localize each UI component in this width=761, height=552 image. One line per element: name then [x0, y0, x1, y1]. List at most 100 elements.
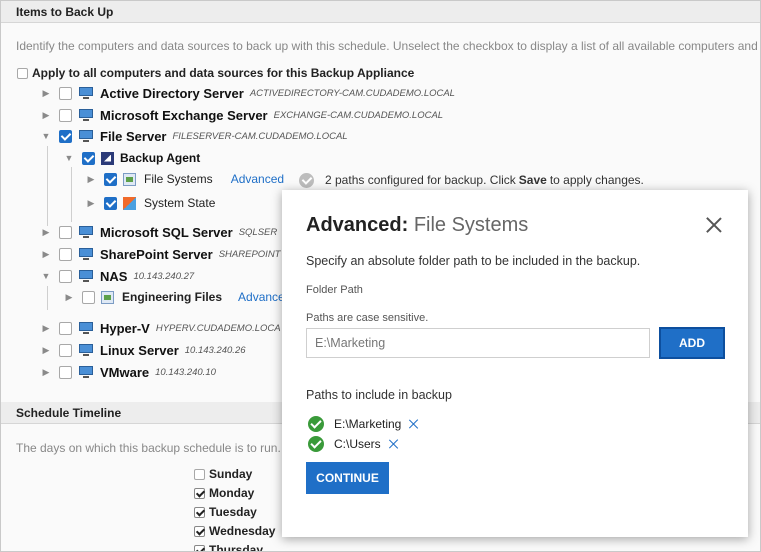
computer-icon [78, 129, 94, 143]
checkbox[interactable] [59, 86, 72, 100]
backup-agent-icon [101, 151, 114, 165]
dialog-title: Advanced: File Systems [306, 214, 528, 237]
item-host: SHAREPOINT [218, 248, 281, 260]
checkbox[interactable] [59, 108, 72, 122]
advanced-link[interactable]: Advance [238, 290, 285, 304]
tree-item-system-state[interactable]: ▶ System State [86, 193, 216, 213]
collapse-arrow-icon[interactable]: ▼ [41, 131, 51, 141]
advanced-dialog: Advanced: File Systems Specify an absolu… [282, 190, 748, 537]
path-item: C:\Users [308, 435, 399, 453]
item-name: VMware [100, 364, 150, 380]
expand-arrow-icon[interactable]: ▶ [41, 345, 51, 356]
tree-item-exchange[interactable]: ▶ Microsoft Exchange Server EXCHANGE-CAM… [41, 105, 444, 125]
tree-item-linux[interactable]: ▶ Linux Server 10.143.240.26 [41, 340, 246, 360]
day-sunday[interactable]: Sunday [194, 465, 252, 483]
folder-path-label: Folder Path [306, 284, 363, 296]
checkbox[interactable] [82, 151, 95, 165]
expand-arrow-icon[interactable]: ▶ [64, 292, 74, 303]
item-name: SharePoint Server [100, 246, 213, 262]
checkbox[interactable] [59, 225, 72, 239]
day-thursday[interactable]: Thursday [194, 541, 264, 552]
system-state-icon [123, 196, 136, 210]
item-host: 10.143.240.27 [133, 270, 195, 282]
checkbox[interactable] [59, 129, 72, 143]
schedule-description: The days on which this backup schedule i… [16, 441, 281, 455]
close-icon[interactable] [706, 217, 722, 233]
check-circle-icon [299, 172, 314, 188]
expand-arrow-icon[interactable]: ▶ [41, 227, 51, 238]
expand-arrow-icon[interactable]: ▶ [41, 88, 51, 99]
expand-arrow-icon[interactable]: ▶ [86, 198, 96, 209]
remove-icon[interactable] [389, 439, 399, 449]
tree-item-sql[interactable]: ▶ Microsoft SQL Server SQLSER [41, 222, 278, 242]
item-name: File Server [100, 128, 167, 144]
collapse-arrow-icon[interactable]: ▼ [41, 271, 51, 281]
checkbox[interactable] [82, 290, 95, 304]
day-label: Sunday [209, 467, 253, 481]
checkbox[interactable] [59, 343, 72, 357]
item-name: Microsoft SQL Server [100, 224, 233, 240]
item-name: Backup Agent [120, 151, 201, 165]
advanced-link[interactable]: Advanced [231, 172, 284, 186]
collapse-arrow-icon[interactable]: ▼ [64, 153, 74, 163]
apply-all-checkbox[interactable] [17, 67, 28, 79]
dialog-title-bold: Advanced: [306, 214, 409, 236]
paths-heading: Paths to include in backup [306, 388, 452, 402]
day-checkbox[interactable] [194, 506, 205, 518]
remove-icon[interactable] [409, 419, 419, 429]
day-wednesday[interactable]: Wednesday [194, 522, 275, 540]
expand-arrow-icon[interactable]: ▶ [41, 323, 51, 334]
tree-item-backup-agent[interactable]: ▼ Backup Agent [64, 148, 201, 168]
item-host: 10.143.240.10 [155, 366, 216, 378]
day-monday[interactable]: Monday [194, 484, 254, 502]
checkbox[interactable] [104, 172, 117, 186]
folder-path-input[interactable] [306, 328, 650, 358]
item-host: HYPERV.CUDADEMO.LOCA [155, 322, 281, 334]
day-checkbox[interactable] [194, 525, 205, 537]
computer-icon [78, 365, 94, 379]
status-save: Save [518, 173, 547, 187]
tree-guide [47, 286, 48, 310]
tree-item-file-systems[interactable]: ▶ File Systems Advanced [86, 169, 285, 189]
tree-item-vmware[interactable]: ▶ VMware 10.143.240.10 [41, 362, 216, 382]
item-name: File Systems [144, 172, 213, 186]
checkbox[interactable] [59, 321, 72, 335]
day-checkbox[interactable] [194, 468, 205, 480]
checkbox[interactable] [59, 365, 72, 379]
apply-all-row[interactable]: Apply to all computers and data sources … [17, 63, 414, 83]
day-label: Monday [209, 486, 255, 500]
dialog-title-rest: File Systems [413, 214, 529, 236]
apply-all-label: Apply to all computers and data sources … [32, 66, 415, 80]
tree-item-sharepoint[interactable]: ▶ SharePoint Server SHAREPOINT [41, 244, 281, 264]
item-host: ACTIVEDIRECTORY-CAM.CUDADEMO.LOCAL [249, 87, 455, 99]
path-value: E:\Marketing [334, 417, 402, 431]
add-button[interactable]: ADD [659, 327, 725, 359]
expand-arrow-icon[interactable]: ▶ [41, 249, 51, 260]
continue-button[interactable]: CONTINUE [306, 462, 389, 494]
tree-item-nas[interactable]: ▼ NAS 10.143.240.27 [41, 266, 195, 286]
tree-item-file-server[interactable]: ▼ File Server FILESERVER-CAM.CUDADEMO.LO… [41, 126, 348, 146]
status-text-end: to apply changes. [549, 173, 644, 187]
item-host: SQLSER [238, 226, 278, 238]
item-host: 10.143.240.26 [184, 344, 246, 356]
tree-item-engineering[interactable]: ▶ Engineering Files Advance [64, 287, 285, 307]
day-checkbox[interactable] [194, 487, 205, 499]
computer-icon [78, 86, 94, 100]
tree-item-hyperv[interactable]: ▶ Hyper-V HYPERV.CUDADEMO.LOCA [41, 318, 281, 338]
check-circle-icon [308, 436, 324, 452]
expand-arrow-icon[interactable]: ▶ [41, 110, 51, 121]
path-item: E:\Marketing [308, 415, 419, 433]
dialog-instruction: Specify an absolute folder path to be in… [306, 254, 641, 268]
expand-arrow-icon[interactable]: ▶ [41, 367, 51, 378]
tree-item-active-directory[interactable]: ▶ Active Directory Server ACTIVEDIRECTOR… [41, 83, 455, 103]
path-value: C:\Users [334, 437, 381, 451]
day-label: Thursday [209, 543, 264, 552]
checkbox[interactable] [59, 247, 72, 261]
checkbox[interactable] [104, 196, 117, 210]
expand-arrow-icon[interactable]: ▶ [86, 174, 96, 185]
day-tuesday[interactable]: Tuesday [194, 503, 257, 521]
checkbox[interactable] [59, 269, 72, 283]
day-checkbox[interactable] [194, 544, 205, 551]
check-circle-icon [308, 416, 324, 432]
computer-icon [78, 343, 94, 357]
